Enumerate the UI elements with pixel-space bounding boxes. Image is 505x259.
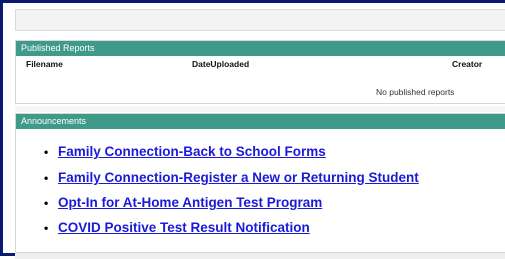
link-back-to-school-forms[interactable]: Family Connection-Back to School Forms bbox=[58, 144, 326, 159]
column-date-uploaded[interactable]: DateUploaded bbox=[192, 59, 249, 69]
announcement-item: • Family Connection-Back to School Forms bbox=[44, 144, 326, 159]
announcement-item: • Opt-In for At-Home Antigen Test Progra… bbox=[44, 195, 322, 210]
published-reports-panel: Published Reports Filename DateUploaded … bbox=[15, 40, 505, 104]
reports-column-headers: Filename DateUploaded Creator bbox=[16, 56, 505, 70]
bullet-icon: • bbox=[44, 221, 49, 235]
column-creator[interactable]: Creator bbox=[452, 59, 482, 69]
announcements-header: Announcements bbox=[16, 114, 505, 129]
bullet-icon: • bbox=[44, 196, 49, 210]
announcement-item: • COVID Positive Test Result Notificatio… bbox=[44, 220, 310, 235]
bullet-icon: • bbox=[44, 171, 49, 185]
bottom-margin-area bbox=[15, 253, 505, 259]
link-register-student[interactable]: Family Connection-Register a New or Retu… bbox=[58, 170, 419, 185]
published-reports-header: Published Reports bbox=[16, 41, 505, 56]
announcement-item: • Family Connection-Register a New or Re… bbox=[44, 170, 419, 185]
bullet-icon: • bbox=[44, 145, 49, 159]
top-toolbar-area bbox=[15, 9, 505, 31]
section-divider bbox=[15, 106, 505, 112]
announcements-panel: Announcements • Family Connection-Back t… bbox=[15, 113, 505, 253]
column-filename[interactable]: Filename bbox=[26, 59, 63, 69]
link-antigen-test-program[interactable]: Opt-In for At-Home Antigen Test Program bbox=[58, 195, 322, 210]
link-covid-notification[interactable]: COVID Positive Test Result Notification bbox=[58, 220, 310, 235]
no-reports-message: No published reports bbox=[376, 87, 455, 97]
page-frame: Published Reports Filename DateUploaded … bbox=[0, 0, 505, 259]
